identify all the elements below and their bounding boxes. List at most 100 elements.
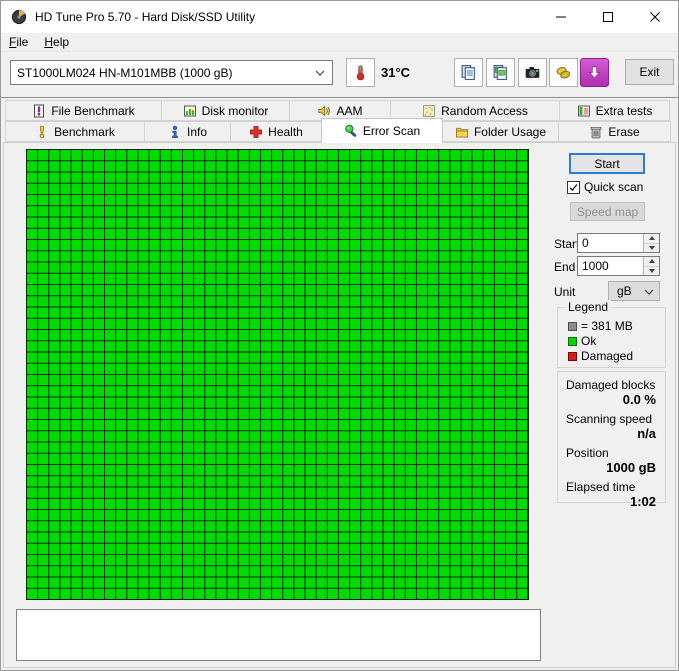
drive-select-dropdown[interactable]: ST1000LM024 HN-M101MBB (1000 gB) bbox=[10, 60, 333, 85]
disk-monitor-icon bbox=[183, 105, 196, 116]
error-scan-magnifier-icon bbox=[345, 124, 357, 137]
quick-scan-row: Quick scan bbox=[567, 180, 643, 194]
maximize-icon bbox=[602, 12, 613, 22]
folder-usage-icon bbox=[456, 127, 469, 137]
tab-label: Random Access bbox=[441, 103, 528, 118]
tab-erase[interactable]: Erase bbox=[558, 121, 671, 142]
legend-damaged: Damaged bbox=[568, 349, 633, 363]
copy-text-icon bbox=[461, 65, 475, 80]
start-input[interactable]: 0 bbox=[577, 233, 660, 253]
quick-scan-checkbox[interactable] bbox=[567, 180, 580, 194]
file-benchmark-icon bbox=[34, 104, 45, 117]
tab-label: Error Scan bbox=[362, 124, 421, 138]
menu-help[interactable]: Help bbox=[36, 33, 77, 51]
update-download-button[interactable] bbox=[580, 58, 609, 87]
tab-label: AAM bbox=[336, 103, 363, 118]
legend-block-size: = 381 MB bbox=[568, 319, 633, 333]
menubar: File Help bbox=[1, 33, 678, 52]
minimize-button[interactable] bbox=[537, 1, 584, 33]
legend-damaged-label: Damaged bbox=[581, 349, 634, 363]
screenshot-camera-icon bbox=[525, 66, 540, 78]
temperature-button[interactable] bbox=[346, 58, 375, 87]
extra-tests-icon bbox=[577, 105, 590, 116]
tab-label: Folder Usage bbox=[473, 124, 547, 139]
position-label: Position bbox=[566, 446, 609, 460]
end-input-value: 1000 bbox=[582, 259, 609, 273]
spin-down-icon[interactable] bbox=[644, 267, 659, 276]
screenshot-button[interactable] bbox=[518, 58, 547, 87]
tab-label: File Benchmark bbox=[51, 103, 135, 118]
download-update-icon bbox=[588, 66, 601, 79]
damaged-blocks-value: 0.0 % bbox=[622, 392, 656, 407]
tab-label: Extra tests bbox=[595, 103, 653, 118]
tab-error-scan[interactable]: Error Scan bbox=[321, 118, 443, 143]
menu-file[interactable]: File bbox=[1, 33, 36, 51]
start-button-label: Start bbox=[594, 156, 620, 171]
end-spinner[interactable] bbox=[643, 257, 659, 275]
copy-image-button[interactable] bbox=[486, 58, 515, 87]
donate-button[interactable] bbox=[549, 58, 578, 87]
end-input[interactable]: 1000 bbox=[577, 256, 660, 276]
stats-groupbox: Damaged blocks 0.0 % Scanning speed n/a … bbox=[557, 371, 666, 509]
temperature-value: 31°C bbox=[381, 65, 411, 80]
tab-label: Health bbox=[268, 124, 303, 139]
start-button[interactable]: Start bbox=[569, 153, 645, 174]
unit-dropdown-value: gB bbox=[617, 284, 632, 298]
quick-scan-label: Quick scan bbox=[584, 180, 644, 194]
tab-label: Disk monitor bbox=[201, 103, 269, 118]
spin-down-icon[interactable] bbox=[644, 244, 659, 253]
exit-button[interactable]: Exit bbox=[625, 59, 674, 85]
spin-up-icon[interactable] bbox=[644, 257, 659, 267]
position-value: 1000 gB bbox=[606, 460, 656, 475]
minimize-icon bbox=[555, 16, 566, 18]
donate-coins-icon bbox=[556, 66, 571, 79]
error-scan-map bbox=[26, 149, 529, 600]
maximize-button[interactable] bbox=[584, 1, 631, 33]
end-field-label: End bbox=[554, 260, 576, 274]
close-button[interactable] bbox=[631, 1, 678, 33]
scan-log-box[interactable] bbox=[16, 609, 541, 661]
hd-tune-disk-icon bbox=[11, 9, 27, 25]
scanning-speed-value: n/a bbox=[637, 426, 656, 441]
tab-health[interactable]: Health bbox=[230, 121, 322, 142]
start-input-value: 0 bbox=[582, 236, 589, 250]
toolbar: ST1000LM024 HN-M101MBB (1000 gB) 31°C Ex… bbox=[1, 52, 678, 98]
chevron-down-icon bbox=[315, 70, 325, 76]
damaged-swatch bbox=[568, 351, 577, 361]
elapsed-time-label: Elapsed time bbox=[566, 480, 636, 494]
window-title: HD Tune Pro 5.70 - Hard Disk/SSD Utility bbox=[35, 10, 256, 24]
speed-map-label: Speed map bbox=[576, 204, 639, 219]
legend-ok-label: Ok bbox=[581, 334, 597, 348]
health-cross-icon bbox=[250, 125, 263, 138]
spin-up-icon[interactable] bbox=[644, 234, 659, 244]
start-spinner[interactable] bbox=[643, 234, 659, 252]
block-swatch bbox=[568, 321, 577, 331]
exit-button-label: Exit bbox=[639, 65, 660, 79]
close-icon bbox=[649, 12, 660, 22]
erase-trash-icon bbox=[590, 126, 602, 138]
start-field-label: Start bbox=[554, 237, 580, 251]
speed-map-button: Speed map bbox=[570, 202, 645, 221]
scanning-speed-label: Scanning speed bbox=[566, 412, 653, 426]
random-access-icon bbox=[423, 104, 436, 117]
tab-label: Info bbox=[186, 124, 207, 139]
aam-speaker-icon bbox=[318, 105, 331, 116]
legend-ok: Ok bbox=[568, 334, 596, 348]
tab-label: Benchmark bbox=[54, 124, 115, 139]
unit-field-label: Unit bbox=[554, 285, 576, 299]
legend-title: Legend bbox=[565, 300, 612, 314]
copy-text-button[interactable] bbox=[454, 58, 483, 87]
tab-file-benchmark[interactable]: File Benchmark bbox=[5, 100, 162, 121]
tab-folder-usage[interactable]: Folder Usage bbox=[442, 121, 559, 142]
drive-select-value: ST1000LM024 HN-M101MBB (1000 gB) bbox=[17, 65, 233, 80]
tab-extra-tests[interactable]: Extra tests bbox=[559, 100, 670, 121]
info-icon bbox=[172, 125, 178, 138]
tab-info[interactable]: Info bbox=[144, 121, 231, 142]
app-window: HD Tune Pro 5.70 - Hard Disk/SSD Utility… bbox=[0, 0, 679, 671]
elapsed-time-value: 1:02 bbox=[629, 494, 656, 509]
unit-dropdown[interactable]: gB bbox=[608, 281, 660, 301]
tab-row-bottom: Benchmark Info Health Error Scan Folder … bbox=[5, 118, 671, 143]
damaged-blocks-label: Damaged blocks bbox=[566, 378, 656, 392]
tab-benchmark[interactable]: Benchmark bbox=[5, 121, 145, 142]
tab-disk-monitor[interactable]: Disk monitor bbox=[161, 100, 290, 121]
